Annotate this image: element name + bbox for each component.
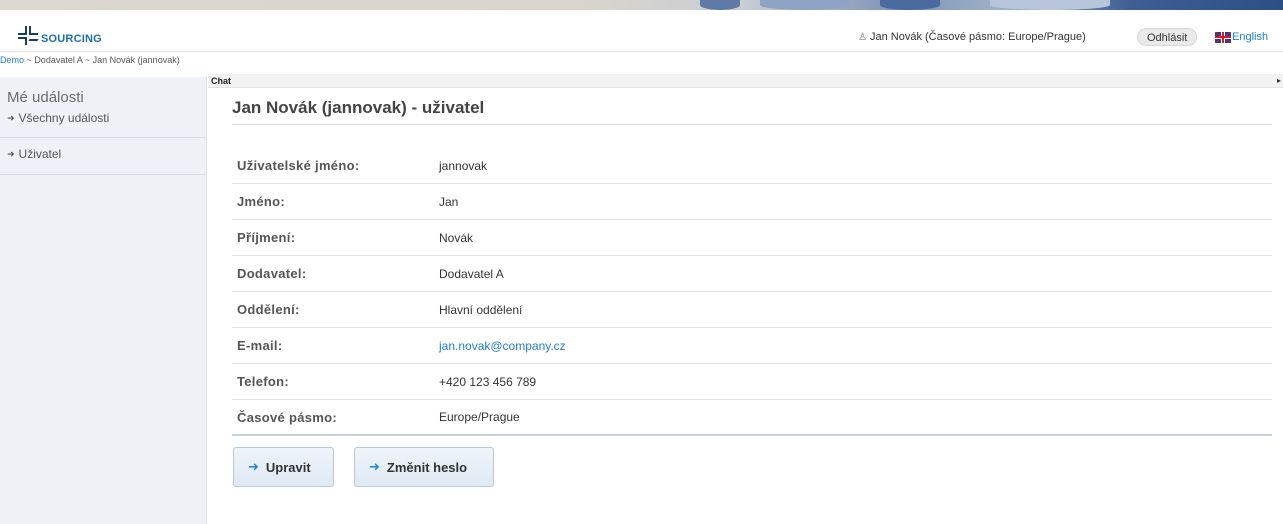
field-label: E-mail: bbox=[237, 338, 283, 353]
blue-arrow-right-icon: ➜ bbox=[248, 459, 259, 474]
header: SOURCING ♙ Jan Novák (Časové pásmo: Europ… bbox=[0, 0, 1283, 52]
breadcrumb-item-user: Jan Novák (jannovak) bbox=[92, 55, 180, 65]
edit-button[interactable]: ➜ Upravit bbox=[233, 447, 334, 487]
field-label: Telefon: bbox=[237, 374, 289, 389]
field-label: Dodavatel: bbox=[237, 266, 307, 281]
sidebar-item-label: Uživatel bbox=[18, 147, 62, 161]
breadcrumb: Demo ~ Dodavatel A ~ Jan Novák (jannovak… bbox=[0, 55, 180, 65]
table-row: Oddělení: Hlavní oddělení bbox=[232, 292, 1272, 328]
table-row: Příjmení: Novák bbox=[232, 220, 1272, 256]
uk-flag-icon bbox=[1215, 31, 1231, 43]
logo[interactable]: SOURCING bbox=[18, 26, 102, 46]
table-row: Jméno: Jan bbox=[232, 184, 1272, 220]
table-row: Uživatelské jméno: jannovak bbox=[232, 148, 1272, 184]
edit-button-label: Upravit bbox=[265, 459, 311, 475]
header-banner bbox=[0, 0, 1283, 10]
language-switch[interactable]: English bbox=[1215, 31, 1268, 43]
current-user[interactable]: ♙ Jan Novák (Časové pásmo: Europe/Prague) bbox=[858, 31, 1086, 43]
sidebar: Mé události ➜ Všechny události ➜ Uživate… bbox=[0, 77, 207, 524]
field-label: Uživatelské jméno: bbox=[237, 158, 360, 173]
logo-text: SOURCING bbox=[41, 33, 102, 45]
language-label: English bbox=[1232, 31, 1269, 43]
page-title: Jan Novák (jannovak) - uživatel bbox=[232, 98, 485, 117]
sidebar-section-events: Mé události ➜ Všechny události bbox=[0, 77, 206, 138]
sidebar-item-label: Všechny události bbox=[18, 111, 110, 125]
field-label: Příjmení: bbox=[237, 230, 296, 245]
sidebar-section-title: Mé události bbox=[7, 89, 84, 106]
field-value: Europe/Prague bbox=[439, 410, 520, 424]
field-value: Dodavatel A bbox=[439, 266, 504, 281]
current-user-label: Jan Novák (Časové pásmo: Europe/Prague) bbox=[869, 31, 1086, 43]
email-link[interactable]: jan.novak@company.cz bbox=[439, 339, 566, 353]
user-icon: ♙ bbox=[858, 32, 867, 43]
change-password-button[interactable]: ➜ Změnit heslo bbox=[354, 447, 494, 487]
table-row: Telefon: +420 123 456 789 bbox=[232, 364, 1272, 400]
table-row: Časové pásmo: Europe/Prague bbox=[232, 400, 1272, 436]
breadcrumb-item-supplier[interactable]: Dodavatel A bbox=[34, 55, 82, 65]
breadcrumb-separator: ~ bbox=[84, 55, 91, 65]
field-label: Oddělení: bbox=[237, 302, 300, 317]
field-value: Jan bbox=[439, 194, 459, 209]
field-value: +420 123 456 789 bbox=[439, 374, 537, 389]
title-divider bbox=[232, 124, 1272, 125]
table-row: Dodavatel: Dodavatel A bbox=[232, 256, 1272, 292]
field-label: Časové pásmo: bbox=[237, 409, 337, 425]
chat-label: Chat bbox=[211, 76, 231, 86]
user-detail-table: Uživatelské jméno: jannovak Jméno: Jan P… bbox=[232, 148, 1272, 436]
field-value: Hlavní oddělení bbox=[439, 302, 523, 317]
table-row: E-mail: jan.novak@company.cz bbox=[232, 328, 1272, 364]
logo-mark-icon bbox=[18, 26, 40, 46]
blue-arrow-right-icon: ➜ bbox=[369, 459, 380, 474]
arrow-right-icon: ➜ bbox=[7, 112, 15, 123]
sidebar-item-user[interactable]: ➜ Uživatel bbox=[0, 138, 206, 174]
arrow-right-icon: ➜ bbox=[7, 148, 15, 159]
breadcrumb-separator: ~ bbox=[26, 55, 32, 65]
change-password-button-label: Změnit heslo bbox=[386, 459, 468, 475]
logout-button[interactable]: Odhlásit bbox=[1137, 28, 1198, 46]
sidebar-item-all-events[interactable]: ➜ Všechny události bbox=[0, 106, 206, 137]
field-value: Novák bbox=[439, 230, 474, 245]
field-label: Jméno: bbox=[237, 194, 286, 209]
breadcrumb-item-demo[interactable]: Demo bbox=[0, 55, 24, 65]
field-value: jannovak bbox=[439, 158, 488, 173]
chat-bar[interactable]: Chat ▸ bbox=[208, 74, 1283, 88]
sidebar-section-user: ➜ Uživatel bbox=[0, 138, 206, 175]
chevron-right-icon[interactable]: ▸ bbox=[1277, 74, 1281, 88]
main-content: Jan Novák (jannovak) - uživatel Uživatel… bbox=[232, 98, 1272, 487]
